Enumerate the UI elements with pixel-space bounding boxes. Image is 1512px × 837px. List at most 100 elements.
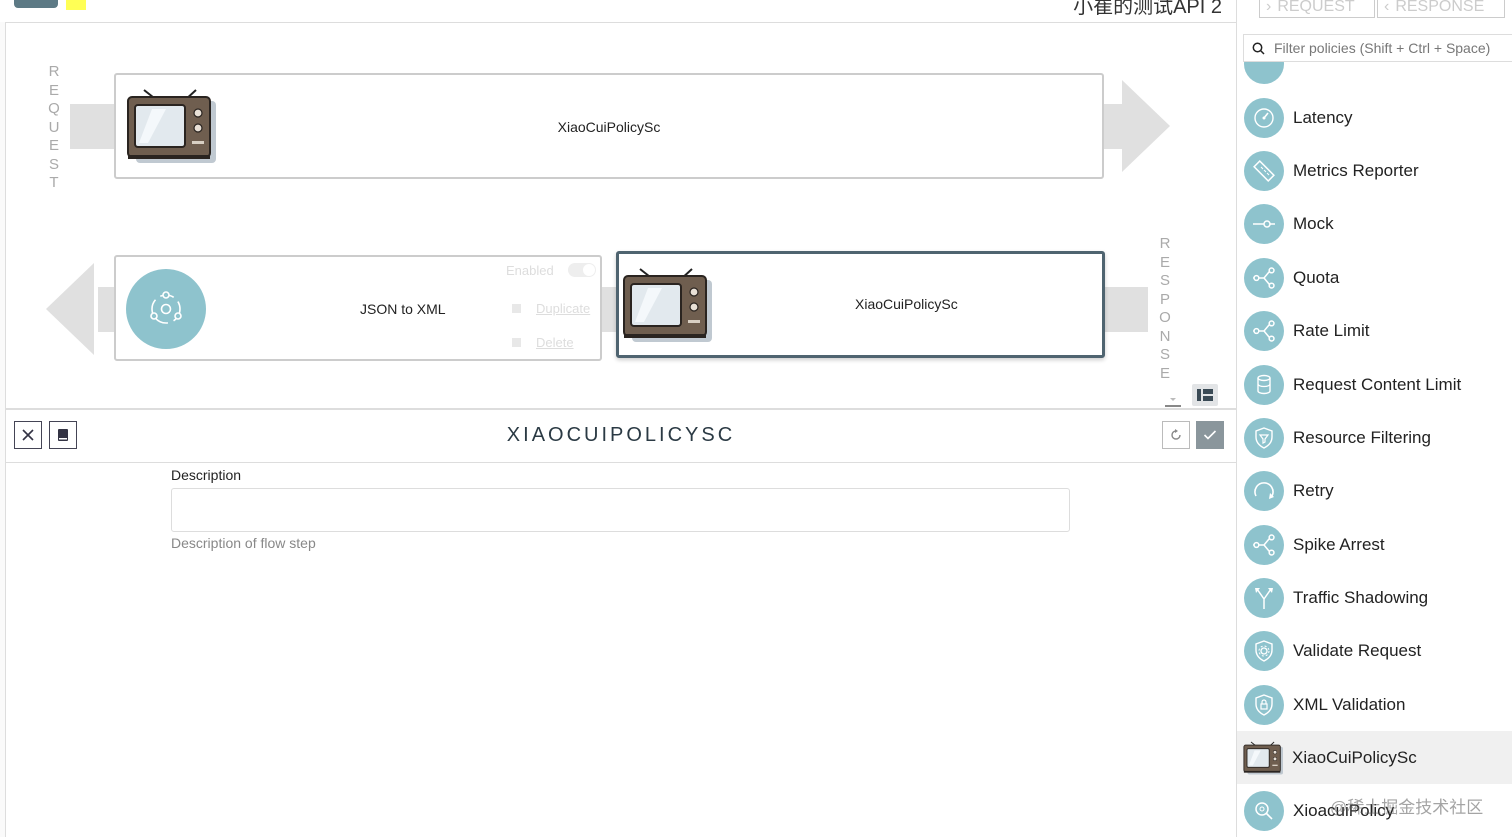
- response-letter: S: [1159, 272, 1170, 289]
- policy-item-validate-request[interactable]: Validate Request: [1237, 624, 1512, 677]
- request-letter: E: [48, 81, 59, 99]
- tab-label: RESPONSE: [1395, 0, 1485, 15]
- api-title: 小崔的测试API 2: [1073, 0, 1222, 18]
- policy-label: Traffic Shadowing: [1293, 587, 1429, 607]
- duplicate-icon: [512, 304, 521, 313]
- flow-canvas: R E Q U E S T XiaoCuiPolicySc R E S P O …: [6, 23, 1236, 407]
- save-button[interactable]: [1196, 421, 1224, 449]
- filter-box: [1243, 34, 1512, 62]
- layout-toggle-icon[interactable]: [1192, 384, 1218, 406]
- response-letter: N: [1159, 327, 1171, 345]
- refresh-icon: [1171, 429, 1181, 440]
- policy-label: Resource Filtering: [1293, 427, 1431, 447]
- description-input[interactable]: [171, 488, 1070, 532]
- database-icon: [1244, 364, 1284, 405]
- chevron-right-icon: ›: [1266, 0, 1272, 15]
- chevron-left-icon: ‹: [1384, 0, 1390, 15]
- policy-item-traffic-shadowing[interactable]: Traffic Shadowing: [1237, 571, 1512, 624]
- request-letter: R: [48, 63, 60, 80]
- request-step-card[interactable]: XiaoCuiPolicySc: [114, 73, 1104, 179]
- policy-label: Spike Arrest: [1293, 534, 1385, 554]
- clipped-policy-icon: [1244, 62, 1284, 84]
- policy-item-quota[interactable]: Quota: [1237, 251, 1512, 304]
- editor-header: XIAOCUIPOLICYSC: [6, 408, 1236, 463]
- policy-item-retry[interactable]: Retry: [1237, 464, 1512, 517]
- highlight-mark: [66, 0, 86, 10]
- retry-icon: [1244, 470, 1284, 511]
- response-letter: E: [1159, 364, 1170, 382]
- policy-item-latency[interactable]: Latency: [1237, 91, 1512, 144]
- policy-label: XiaoCuiPolicySc: [1292, 747, 1417, 767]
- search-icon: [1252, 42, 1265, 55]
- policy-label: Mock: [1293, 213, 1334, 233]
- step-label: XiaoCuiPolicySc: [557, 119, 661, 135]
- tab-label: REQUEST: [1277, 0, 1355, 15]
- description-label: Description: [171, 467, 242, 483]
- response-arrow-head: [46, 263, 94, 355]
- response-letter: P: [1159, 290, 1170, 308]
- policy-label: Rate Limit: [1293, 320, 1370, 340]
- request-letter: S: [48, 155, 59, 173]
- tab-request[interactable]: › REQUEST: [1259, 0, 1375, 18]
- policy-label: Metrics Reporter: [1293, 160, 1419, 180]
- policy-sidebar: › REQUEST ‹ RESPONSE Latency Metrics Rep…: [1236, 0, 1512, 837]
- ruler-icon: [1244, 150, 1284, 191]
- request-letter: E: [48, 137, 59, 154]
- policy-item-mock[interactable]: Mock: [1237, 197, 1512, 250]
- response-letter: R: [1159, 235, 1171, 252]
- branch-icon: [1244, 310, 1284, 351]
- branch-icon: [1244, 524, 1284, 565]
- tab-response[interactable]: ‹ RESPONSE: [1377, 0, 1505, 18]
- request-letter: Q: [48, 100, 60, 117]
- top-bar: [0, 0, 1236, 23]
- json-xml-icon: [126, 269, 206, 349]
- request-letter: U: [48, 118, 60, 136]
- policy-item-spike-arrest[interactable]: Spike Arrest: [1237, 518, 1512, 571]
- policy-label: XML Validation: [1293, 694, 1406, 714]
- duplicate-link[interactable]: Duplicate: [536, 301, 590, 316]
- policy-item-xiaocuipolicysc[interactable]: XiaoCuiPolicySc: [1237, 731, 1512, 784]
- request-vertical-label: R E Q U E S T: [47, 63, 61, 193]
- mock-icon: [1244, 203, 1284, 244]
- delete-link[interactable]: Delete: [536, 335, 574, 350]
- policy-label: Request Content Limit: [1293, 374, 1462, 394]
- policy-label: Retry: [1293, 480, 1334, 500]
- policy-item-resource-filtering[interactable]: Resource Filtering: [1237, 411, 1512, 464]
- check-icon: [1203, 430, 1217, 440]
- shield-lock-icon: [1244, 684, 1284, 725]
- tv-icon: [1243, 740, 1283, 776]
- request-arrow-head: [1122, 80, 1170, 172]
- policy-item-metrics-reporter[interactable]: Metrics Reporter: [1237, 144, 1512, 197]
- shield-filter-icon: [1244, 417, 1284, 458]
- shield-gear-icon: [1244, 630, 1284, 671]
- gauge-icon: [1244, 97, 1284, 138]
- step-label: JSON to XML: [360, 301, 446, 317]
- response-letter: O: [1159, 309, 1171, 326]
- branch-icon: [1244, 257, 1284, 298]
- policy-label: Validate Request: [1293, 640, 1422, 660]
- step-label: XiaoCuiPolicySc: [855, 296, 958, 312]
- tv-icon: [622, 266, 712, 344]
- search-icon: [1244, 790, 1284, 831]
- delete-icon: [512, 338, 521, 347]
- response-letter: S: [1159, 346, 1170, 363]
- response-vertical-label: R E S P O N S E: [1158, 235, 1172, 383]
- enabled-toggle[interactable]: [568, 263, 596, 277]
- reset-button[interactable]: [1162, 421, 1190, 449]
- response-letter: E: [1159, 253, 1170, 271]
- response-step-card-selected[interactable]: XiaoCuiPolicySc: [616, 251, 1105, 358]
- description-help-text: Description of flow step: [171, 535, 316, 551]
- policy-label: Quota: [1293, 267, 1340, 287]
- policy-item-rate-limit[interactable]: Rate Limit: [1237, 304, 1512, 357]
- filter-policies-input[interactable]: [1274, 35, 1510, 61]
- policy-item-request-content-limit[interactable]: Request Content Limit: [1237, 358, 1512, 411]
- request-letter: T: [49, 174, 59, 191]
- watermark: @稀土掘金技术社区: [1330, 798, 1484, 817]
- enabled-label: Enabled: [506, 263, 554, 278]
- policy-label: Latency: [1293, 107, 1353, 127]
- editor-title: XIAOCUIPOLICYSC: [506, 424, 736, 446]
- fork-icon: [1244, 577, 1284, 618]
- back-badge[interactable]: [14, 0, 58, 8]
- response-step-card[interactable]: JSON to XML Enabled Duplicate Delete: [114, 255, 602, 361]
- policy-item-xml-validation[interactable]: XML Validation: [1237, 678, 1512, 731]
